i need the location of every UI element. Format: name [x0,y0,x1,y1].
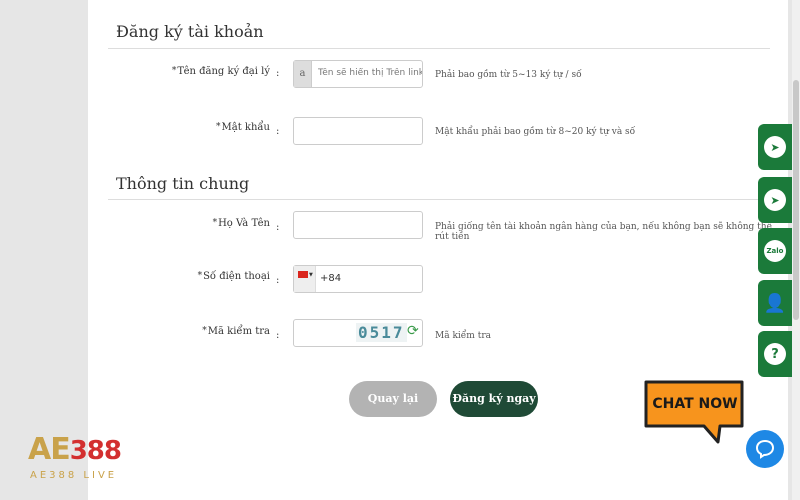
username-label-text: Tên đăng ký đại lý [177,66,270,77]
username-placeholder: Tên sẽ hiển thị Trên link đa [318,68,422,78]
colon: : [276,68,280,79]
country-flag-dropdown[interactable]: ▼ [294,266,316,292]
side-telegram-button[interactable]: ➤ [758,124,792,170]
required-mark: * [202,326,207,336]
captcha-image: 0517 [356,323,407,342]
fullname-hint: Phải giống tên tài khoản ngân hàng của b… [435,222,773,242]
colon: : [276,330,280,341]
username-hint: Phải bao gồm từ 5~13 ký tự / số [435,70,582,80]
chat-icon [755,439,775,459]
back-button[interactable]: Quay lại [349,381,437,417]
password-hint: Mật khẩu phải bao gồm từ 8~20 ký tự và s… [435,127,636,137]
username-label: *Tên đăng ký đại lý [110,66,270,77]
side-telegram-button-2[interactable]: ➤ [758,177,792,223]
captcha-hint: Mã kiểm tra [435,331,491,341]
telegram-icon: ➤ [764,136,786,158]
scrollbar-thumb[interactable] [793,80,799,320]
refresh-icon[interactable]: ⟳ [407,323,419,339]
vietnam-flag-icon [298,271,308,278]
colon: : [276,222,280,233]
side-zalo-button[interactable]: Zalo [758,228,792,274]
chat-now-label: CHAT NOW [652,396,738,412]
side-help-button[interactable]: ? [758,331,792,377]
live-chat-button[interactable] [746,430,784,468]
section-title-general: Thông tin chung [116,174,250,193]
chat-now-bubble[interactable]: CHAT NOW [644,380,744,444]
colon: : [276,126,280,137]
captcha-label: *Mã kiểm tra [110,326,270,337]
fullname-field[interactable] [293,211,423,239]
username-prefix: a [294,61,312,87]
telegram-icon: ➤ [764,189,786,211]
password-label-text: Mật khẩu [221,122,270,133]
side-user-button[interactable]: 👤 [758,280,792,326]
section-divider [108,199,770,200]
phone-country-code: +84 [320,273,342,284]
phone-field[interactable]: ▼ +84 [293,265,423,293]
register-now-button[interactable]: Đăng ký ngay [450,381,538,417]
captcha-label-text: Mã kiểm tra [207,326,270,337]
password-field[interactable] [293,117,423,145]
chevron-down-icon: ▼ [309,272,313,278]
page-scrollbar[interactable] [792,0,800,500]
required-mark: * [212,218,218,228]
logo-subtext: AE388 LIVE [30,470,118,481]
ae388-logo: AE388 AE388 LIVE [28,432,138,488]
logo-ae: AE [28,432,71,467]
password-label: *Mật khẩu [110,122,270,133]
required-mark: * [216,122,221,132]
colon: : [276,275,280,286]
fullname-label: *Họ Và Tên [110,218,270,229]
help-icon: ? [764,343,786,365]
phone-label-text: Số điện thoại [203,271,270,282]
logo-brand: AE388 [28,432,122,467]
section-title-account: Đăng ký tài khoản [116,22,264,41]
required-mark: * [171,66,177,76]
phone-label: *Số điện thoại [110,271,270,282]
chat-bubble-shape [644,380,744,444]
username-field[interactable]: a Tên sẽ hiển thị Trên link đa [293,60,423,88]
zalo-icon: Zalo [764,240,786,262]
user-icon: 👤 [763,292,787,314]
logo-388: 388 [69,436,122,466]
fullname-label-text: Họ Và Tên [218,218,270,229]
captcha-field[interactable]: 0517 ⟳ [293,319,423,347]
section-divider [108,48,770,49]
required-mark: * [197,271,203,281]
